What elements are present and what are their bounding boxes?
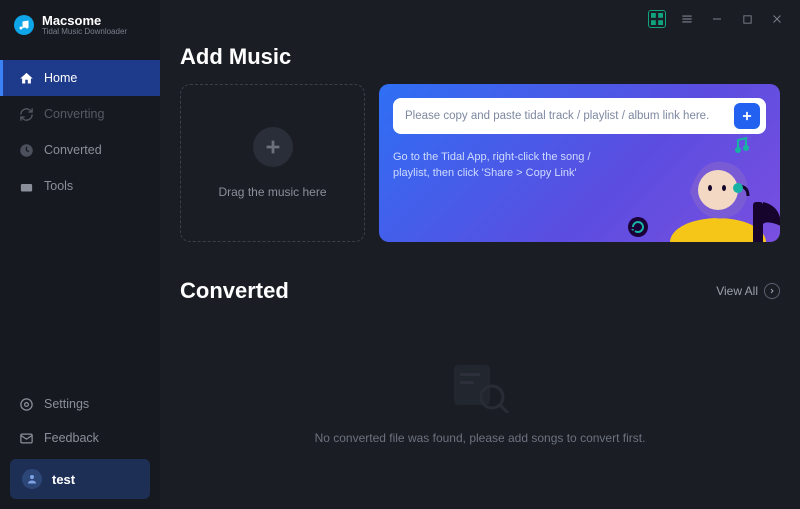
drop-label: Drag the music here bbox=[218, 185, 326, 199]
add-music-title: Add Music bbox=[180, 44, 780, 70]
illustration bbox=[608, 132, 780, 242]
home-icon bbox=[18, 70, 34, 86]
user-account[interactable]: test bbox=[10, 459, 150, 499]
sidebar-item-converted[interactable]: Converted bbox=[0, 132, 160, 168]
sidebar-item-label: Home bbox=[44, 71, 77, 85]
footer-nav: Settings Feedback test bbox=[0, 387, 160, 509]
sidebar-item-label: Converting bbox=[44, 107, 104, 121]
maximize-icon[interactable] bbox=[738, 10, 756, 28]
avatar-icon bbox=[22, 469, 42, 489]
sidebar-item-converting[interactable]: Converting bbox=[0, 96, 160, 132]
converted-header: Converted View All bbox=[180, 278, 780, 304]
brand: Macsome Tidal Music Downloader bbox=[0, 8, 160, 52]
empty-state: No converted file was found, please add … bbox=[180, 304, 780, 489]
sidebar-item-feedback[interactable]: Feedback bbox=[0, 421, 160, 455]
user-name: test bbox=[52, 472, 75, 487]
sidebar-item-tools[interactable]: Tools bbox=[0, 168, 160, 204]
menu-icon[interactable] bbox=[678, 10, 696, 28]
sidebar-item-label: Converted bbox=[44, 143, 102, 157]
plus-icon bbox=[253, 127, 293, 167]
converted-title: Converted bbox=[180, 278, 289, 304]
main-nav: Home Converting Converted Tools bbox=[0, 60, 160, 204]
add-link-button[interactable] bbox=[734, 103, 760, 129]
brand-icon bbox=[14, 15, 34, 35]
sidebar-item-settings[interactable]: Settings bbox=[0, 387, 160, 421]
close-icon[interactable] bbox=[768, 10, 786, 28]
sidebar-item-label: Settings bbox=[44, 397, 89, 411]
mail-icon bbox=[18, 430, 34, 446]
link-card: Go to the Tidal App, right-click the son… bbox=[379, 84, 780, 242]
add-music-row: Drag the music here Go to the Tidal App,… bbox=[180, 84, 780, 242]
sidebar-item-label: Tools bbox=[44, 179, 73, 193]
sidebar-item-home[interactable]: Home bbox=[0, 60, 160, 96]
sidebar: Macsome Tidal Music Downloader Home Conv… bbox=[0, 0, 160, 509]
link-input[interactable] bbox=[405, 110, 726, 122]
drag-drop-zone[interactable]: Drag the music here bbox=[180, 84, 365, 242]
empty-icon bbox=[448, 361, 512, 413]
empty-message: No converted file was found, please add … bbox=[315, 431, 646, 445]
window-controls bbox=[648, 10, 786, 28]
clock-icon bbox=[18, 142, 34, 158]
view-all-label: View All bbox=[716, 284, 758, 298]
main: Add Music Drag the music here Go to the … bbox=[160, 0, 800, 509]
chevron-right-icon bbox=[764, 283, 780, 299]
converting-icon bbox=[18, 106, 34, 122]
brand-subtitle: Tidal Music Downloader bbox=[42, 28, 127, 36]
link-hint: Go to the Tidal App, right-click the son… bbox=[393, 150, 623, 182]
link-input-wrap bbox=[393, 98, 766, 134]
gear-icon bbox=[18, 396, 34, 412]
view-all-button[interactable]: View All bbox=[716, 283, 780, 299]
grid-view-icon[interactable] bbox=[648, 10, 666, 28]
brand-name: Macsome bbox=[42, 14, 127, 28]
toolbox-icon bbox=[18, 178, 34, 194]
sidebar-item-label: Feedback bbox=[44, 431, 99, 445]
minimize-icon[interactable] bbox=[708, 10, 726, 28]
